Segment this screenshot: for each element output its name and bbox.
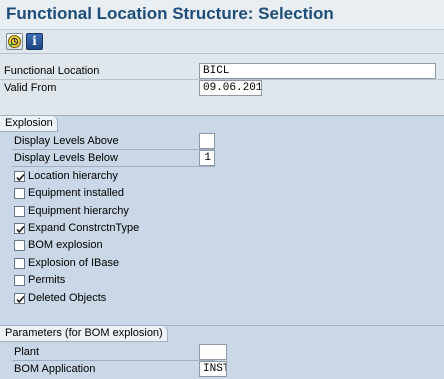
option-deleted-objects[interactable]: Deleted Objects xyxy=(12,290,444,307)
option-explosion-of-ibase[interactable]: Explosion of IBase xyxy=(12,255,444,272)
functional-location-label: Functional Location xyxy=(4,65,100,77)
option-label: Deleted Objects xyxy=(28,292,107,304)
option-label: Equipment hierarchy xyxy=(28,205,129,217)
functional-location-row: Functional Location BICL xyxy=(0,63,444,80)
option-label: Explosion of IBase xyxy=(28,257,120,269)
checkbox[interactable] xyxy=(14,240,25,251)
levels-below-input[interactable]: 1 xyxy=(199,150,215,166)
application-toolbar: i xyxy=(0,30,444,54)
checkbox[interactable] xyxy=(14,258,25,269)
levels-below-label: Display Levels Below xyxy=(14,152,118,164)
levels-below-row: Display Levels Below 1 xyxy=(12,150,215,167)
option-label: Location hierarchy xyxy=(28,170,118,182)
levels-above-label: Display Levels Above xyxy=(14,135,119,147)
valid-from-row: Valid From 09.06.2013 xyxy=(0,80,444,97)
option-equipment-installed[interactable]: Equipment installed xyxy=(12,185,444,202)
information-button[interactable]: i xyxy=(26,33,43,50)
title-bar: Functional Location Structure: Selection xyxy=(0,0,444,30)
checkbox[interactable] xyxy=(14,188,25,199)
selection-screen: Functional Location BICL Valid From 09.0… xyxy=(0,55,444,379)
checkbox[interactable] xyxy=(14,275,25,286)
bom-parameters-group-header: Parameters (for BOM explosion) xyxy=(0,326,168,342)
plant-input[interactable] xyxy=(199,344,227,360)
checkbox[interactable] xyxy=(14,171,25,182)
option-label: Permits xyxy=(28,274,66,286)
bom-application-label: BOM Application xyxy=(14,363,96,375)
bom-parameters-group: Parameters (for BOM explosion) Plant BOM… xyxy=(0,325,444,379)
functional-location-input[interactable]: BICL xyxy=(199,63,436,79)
valid-from-label: Valid From xyxy=(4,82,57,94)
checkbox[interactable] xyxy=(14,206,25,217)
execute-button[interactable] xyxy=(6,33,23,50)
levels-above-input[interactable] xyxy=(199,133,215,149)
option-label: Equipment installed xyxy=(28,187,125,199)
bom-application-input[interactable]: INST xyxy=(199,361,227,377)
option-expand-constrctntype[interactable]: Expand ConstrctnType xyxy=(12,220,444,237)
plant-row: Plant xyxy=(12,344,227,361)
option-location-hierarchy[interactable]: Location hierarchy xyxy=(12,168,444,185)
valid-from-input[interactable]: 09.06.2013 xyxy=(199,80,262,96)
checkbox[interactable] xyxy=(14,223,25,234)
info-icon: i xyxy=(32,34,37,48)
option-bom-explosion[interactable]: BOM explosion xyxy=(12,237,444,254)
option-label: Expand ConstrctnType xyxy=(28,222,140,234)
levels-above-row: Display Levels Above xyxy=(12,133,215,150)
page-title: Functional Location Structure: Selection xyxy=(6,4,334,23)
plant-label: Plant xyxy=(14,346,40,358)
option-label: BOM explosion xyxy=(28,239,103,251)
explosion-group-header: Explosion xyxy=(0,116,58,132)
bom-application-row: BOM Application INST xyxy=(12,361,444,378)
checkbox[interactable] xyxy=(14,293,25,304)
option-permits[interactable]: Permits xyxy=(12,272,444,289)
option-equipment-hierarchy[interactable]: Equipment hierarchy xyxy=(12,203,444,220)
execute-icon xyxy=(7,34,22,49)
